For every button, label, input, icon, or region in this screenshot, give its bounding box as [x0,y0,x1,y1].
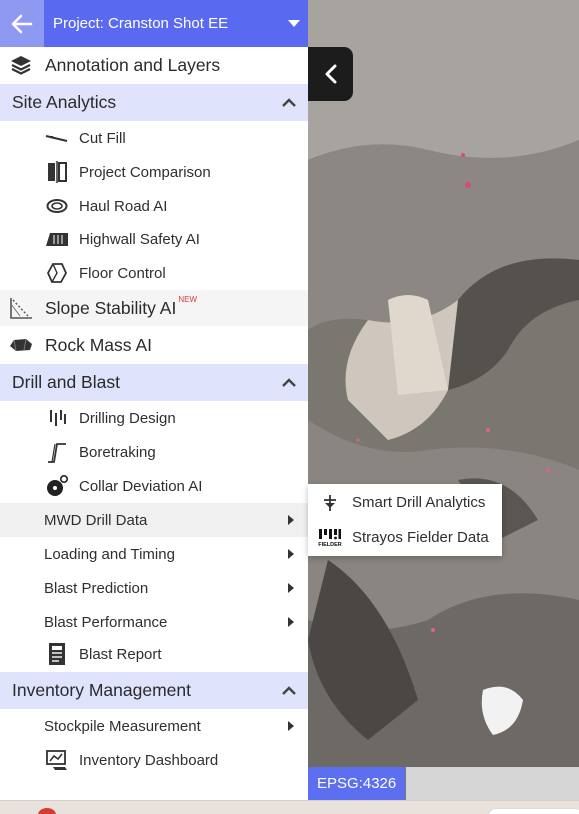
section-title: Inventory Management [12,680,191,700]
flyout-label: Smart Drill Analytics [352,494,486,511]
menu-label: Loading and Timing [44,545,175,563]
menu-label: Cut Fill [79,129,126,147]
menu-mwd-drill-data[interactable]: MWD Drill Data [0,503,308,537]
menu-label: Highwall Safety AI [79,230,200,248]
menu-loading-and-timing[interactable]: Loading and Timing [0,537,308,571]
chevron-up-icon [282,686,296,695]
menu-label: Blast Performance [44,613,168,631]
section-inventory-management[interactable]: Inventory Management [0,672,308,709]
menu-project-comparison[interactable]: Project Comparison [0,155,308,189]
section-title: Site Analytics [12,92,117,112]
map-status-bar [406,767,579,800]
submenu-arrow-icon [288,721,294,731]
map-view[interactable] [308,0,579,800]
menu-blast-report[interactable]: Blast Report [0,637,308,671]
blast-report-icon [44,642,70,666]
inventory-dashboard-icon [44,748,70,772]
collar-deviation-icon [44,474,70,498]
menu-haul-road-ai[interactable]: Haul Road AI [0,189,308,223]
highwall-icon [44,227,70,251]
menu-label: Rock Mass AI [45,334,152,355]
flyout-label: Strayos Fielder Data [352,529,489,546]
menu-label: Boretraking [79,443,156,461]
menu-label: Slope Stability AI [45,297,177,318]
menu-drilling-design[interactable]: Drilling Design [0,401,308,435]
bottom-control[interactable] [488,808,579,814]
slope-icon [8,296,34,320]
menu-label: Drilling Design [79,409,176,427]
menu-label: Floor Control [79,264,166,282]
menu-label: Blast Prediction [44,579,149,597]
fielder-logo-text: FIELDER [318,541,342,548]
menu-rock-mass-ai[interactable]: Rock Mass AI [0,327,308,363]
sidebar: Project: Cranston Shot EE Annotation and… [0,0,308,800]
menu-inventory-dashboard[interactable]: Inventory Dashboard [0,743,308,777]
mwd-flyout-menu: Smart Drill Analytics FIELDER Strayos Fi… [308,484,502,556]
collapse-sidebar-button[interactable] [308,47,353,101]
menu-stockpile-measurement[interactable]: Stockpile Measurement [0,709,308,743]
menu-annotation-layers[interactable]: Annotation and Layers [0,47,308,83]
collapse-chevron-icon [325,64,336,84]
epsg-label: EPSG:4326 [308,767,406,800]
menu-label: Haul Road AI [79,197,168,215]
chevron-up-icon [282,378,296,387]
rock-mass-icon [8,333,34,357]
menu-blast-performance[interactable]: Blast Performance [0,605,308,639]
submenu-arrow-icon [288,617,294,627]
menu-label: Collar Deviation AI [79,477,203,495]
cut-fill-icon [44,126,70,150]
project-label: Project: Cranston Shot EE [53,15,229,32]
project-comparison-icon [44,160,70,184]
menu-label: Project Comparison [79,163,211,181]
menu-blast-prediction[interactable]: Blast Prediction [0,571,308,605]
caret-down-icon [288,20,300,27]
menu-label: Stockpile Measurement [44,717,201,735]
menu-cut-fill[interactable]: Cut Fill [0,121,308,155]
boretraking-icon [44,440,70,464]
section-site-analytics[interactable]: Site Analytics [0,84,308,121]
menu-label: MWD Drill Data [44,511,148,529]
flyout-smart-drill-analytics[interactable]: Smart Drill Analytics [308,486,502,519]
section-drill-and-blast[interactable]: Drill and Blast [0,364,308,401]
menu-slope-stability-ai[interactable]: Slope Stability AI NEW [0,290,308,326]
aerial-imagery [308,0,579,800]
chevron-up-icon [282,98,296,107]
new-badge: NEW [178,294,197,304]
fielder-logo-icon: FIELDER [317,526,343,550]
submenu-arrow-icon [288,549,294,559]
sidebar-header: Project: Cranston Shot EE [0,0,308,47]
back-arrow-icon [11,14,33,33]
menu-label: Inventory Dashboard [79,751,219,769]
menu-highwall-safety-ai[interactable]: Highwall Safety AI [0,222,308,256]
smart-drill-icon [317,491,343,515]
layers-icon [8,53,34,77]
back-button[interactable] [0,0,44,47]
project-selector[interactable]: Project: Cranston Shot EE [44,0,308,47]
haul-road-icon [44,194,70,218]
menu-label: Annotation and Layers [45,54,221,75]
flyout-strayos-fielder-data[interactable]: FIELDER Strayos Fielder Data [308,521,502,554]
menu-boretraking[interactable]: Boretraking [0,435,308,469]
menu-label: Blast Report [79,645,162,663]
section-title: Drill and Blast [12,372,120,392]
floor-control-icon [44,261,70,285]
submenu-arrow-icon [288,515,294,525]
menu-floor-control[interactable]: Floor Control [0,256,308,290]
drilling-design-icon [44,406,70,430]
submenu-arrow-icon [288,583,294,593]
menu-collar-deviation-ai[interactable]: Collar Deviation AI [0,469,308,503]
